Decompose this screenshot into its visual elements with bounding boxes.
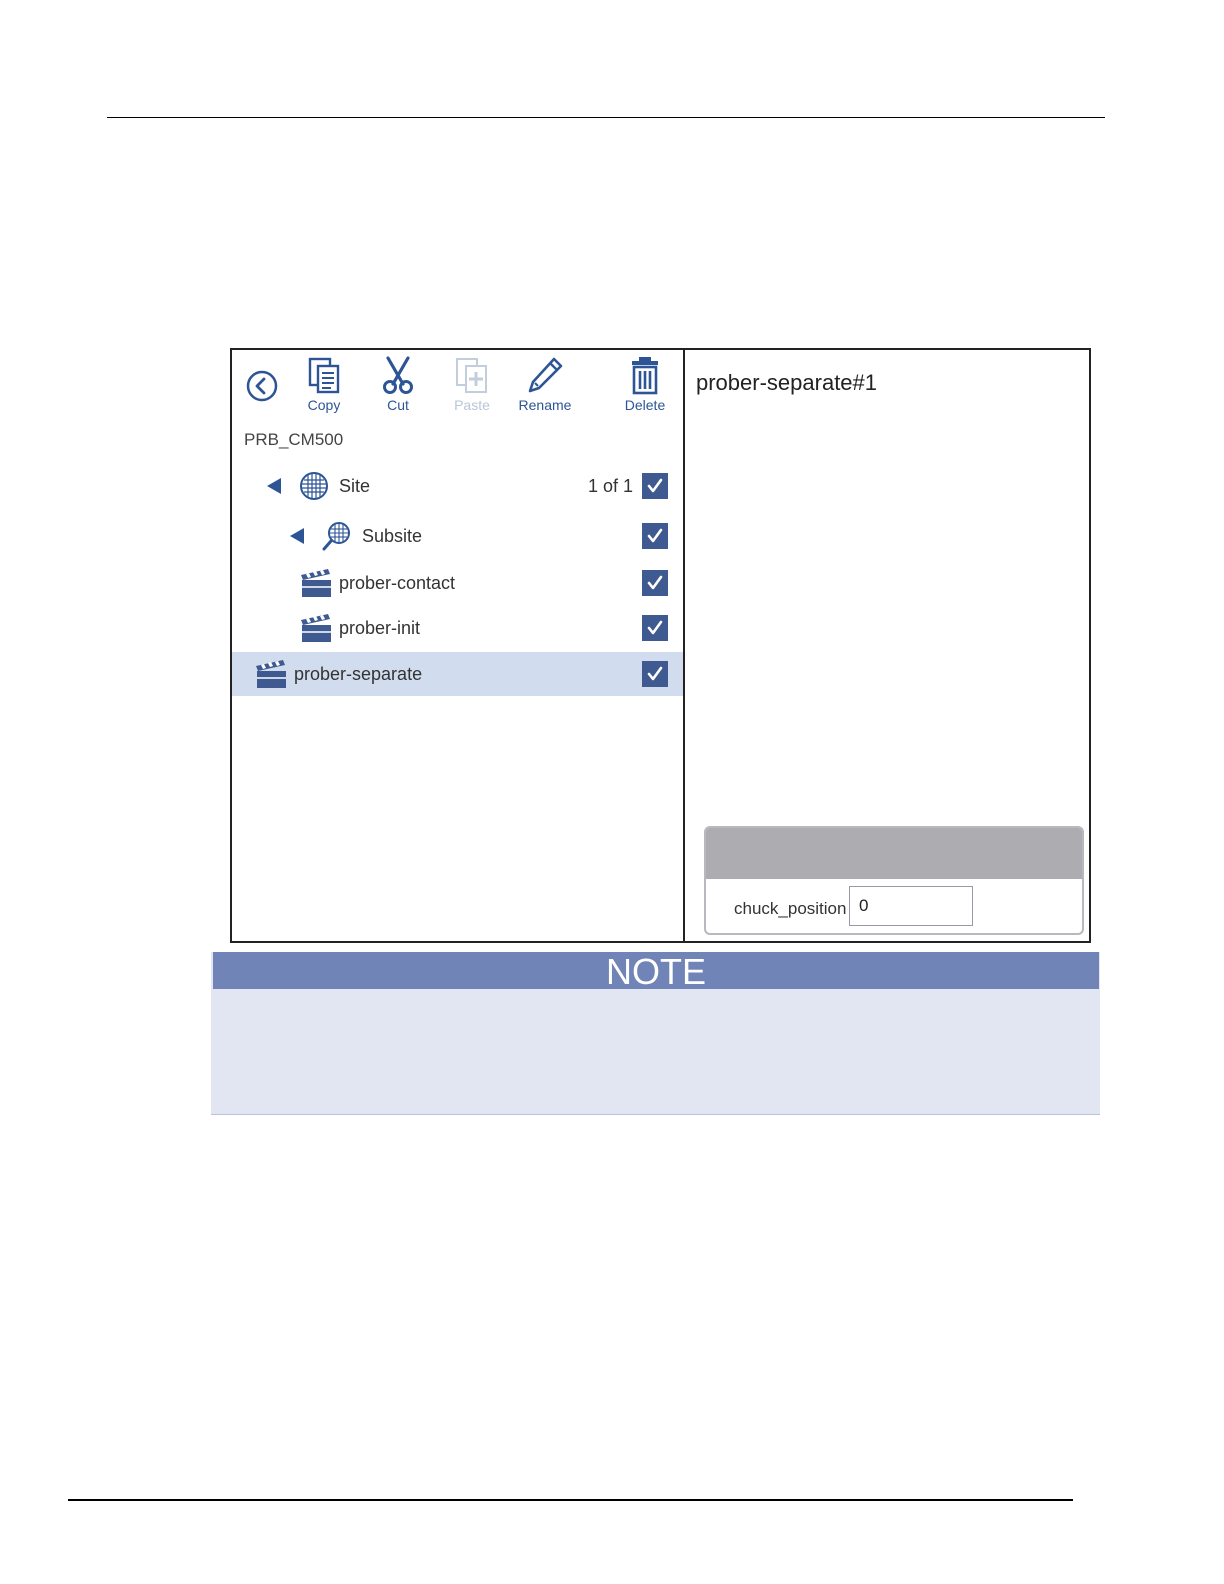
detail-title: prober-separate#1	[696, 370, 878, 395]
tree-item-site[interactable]: Site 1 of 1	[232, 465, 683, 507]
clapperboard-icon	[301, 569, 331, 597]
site-checkbox[interactable]	[642, 473, 668, 499]
checkmark-icon	[647, 478, 663, 493]
subsite-checkbox[interactable]	[642, 523, 668, 549]
delete-label: Delete	[624, 397, 666, 413]
collapse-arrow-icon[interactable]	[267, 478, 281, 494]
copy-button[interactable]: Copy	[289, 356, 359, 420]
detail-panel: prober-separate#1 chuck_position	[685, 350, 1089, 941]
wafer-icon	[300, 472, 328, 500]
back-circle-icon	[246, 370, 278, 402]
parameter-panel: chuck_position	[704, 826, 1084, 935]
copy-label: Copy	[307, 397, 341, 413]
tree-item-subsite[interactable]: Subsite	[232, 515, 683, 557]
clapperboard-icon	[301, 614, 331, 642]
tree-item-prober-init[interactable]: prober-init	[232, 607, 683, 649]
cut-button[interactable]: Cut	[363, 356, 433, 420]
paste-label: Paste	[454, 397, 490, 413]
note-heading: NOTE	[213, 952, 1099, 992]
tree-item-label: Subsite	[362, 526, 423, 546]
prober-init-checkbox[interactable]	[642, 615, 668, 641]
tree-item-prober-separate[interactable]: prober-separate	[232, 652, 683, 696]
tree-root-label: PRB_CM500	[244, 430, 344, 449]
note-box: NOTE	[211, 952, 1100, 1115]
pencil-icon	[528, 357, 563, 393]
chuck-position-label: chuck_position	[734, 899, 847, 918]
chuck-position-input[interactable]	[849, 886, 973, 926]
tree-item-label: prober-init	[339, 618, 421, 638]
trash-icon	[632, 357, 658, 395]
tree-item-label: prober-contact	[339, 573, 456, 593]
copy-icon	[308, 357, 340, 394]
delete-button[interactable]: Delete	[610, 356, 680, 420]
top-rule	[107, 117, 1105, 118]
scissors-icon	[383, 356, 413, 394]
cut-label: Cut	[387, 397, 409, 413]
checkmark-icon	[647, 575, 663, 590]
bottom-rule	[68, 1499, 1073, 1501]
checkmark-icon	[647, 666, 663, 681]
site-count: 1 of 1	[587, 476, 633, 496]
parameter-panel-header	[706, 828, 1082, 879]
tree-item-prober-contact[interactable]: prober-contact	[232, 562, 683, 604]
clapperboard-icon	[256, 660, 286, 688]
paste-icon	[456, 358, 487, 393]
checkmark-icon	[647, 528, 663, 543]
paste-button[interactable]: Paste	[437, 356, 507, 420]
rename-button[interactable]: Rename	[510, 356, 580, 420]
prober-separate-checkbox[interactable]	[642, 661, 668, 687]
prober-contact-checkbox[interactable]	[642, 570, 668, 596]
tree-item-label: prober-separate	[294, 664, 423, 684]
back-button[interactable]	[246, 370, 278, 402]
collapse-arrow-icon[interactable]	[290, 528, 304, 544]
sequence-editor: Copy Cut Paste Rename Delete PRB_CM500 S…	[230, 348, 1091, 943]
subsite-icon	[322, 522, 350, 551]
checkmark-icon	[647, 620, 663, 635]
tree-panel: Copy Cut Paste Rename Delete PRB_CM500 S…	[232, 350, 683, 941]
tree-item-label: Site	[339, 476, 371, 496]
rename-label: Rename	[518, 397, 572, 413]
